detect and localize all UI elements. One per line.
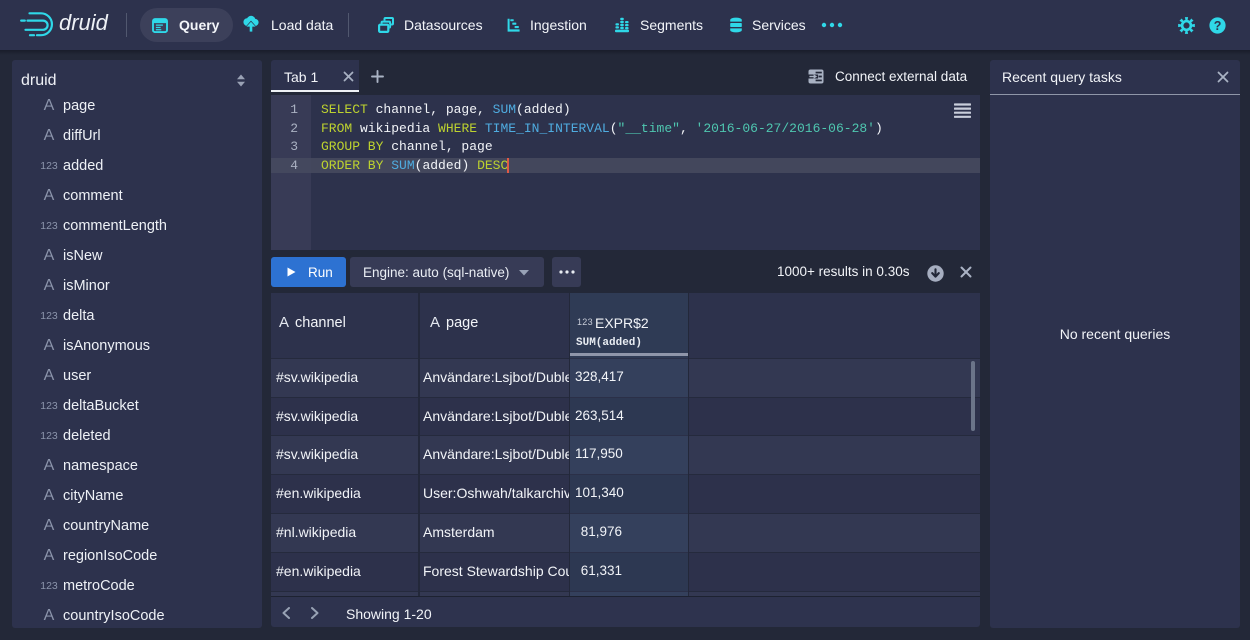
svg-text:?: ?: [1214, 18, 1222, 32]
